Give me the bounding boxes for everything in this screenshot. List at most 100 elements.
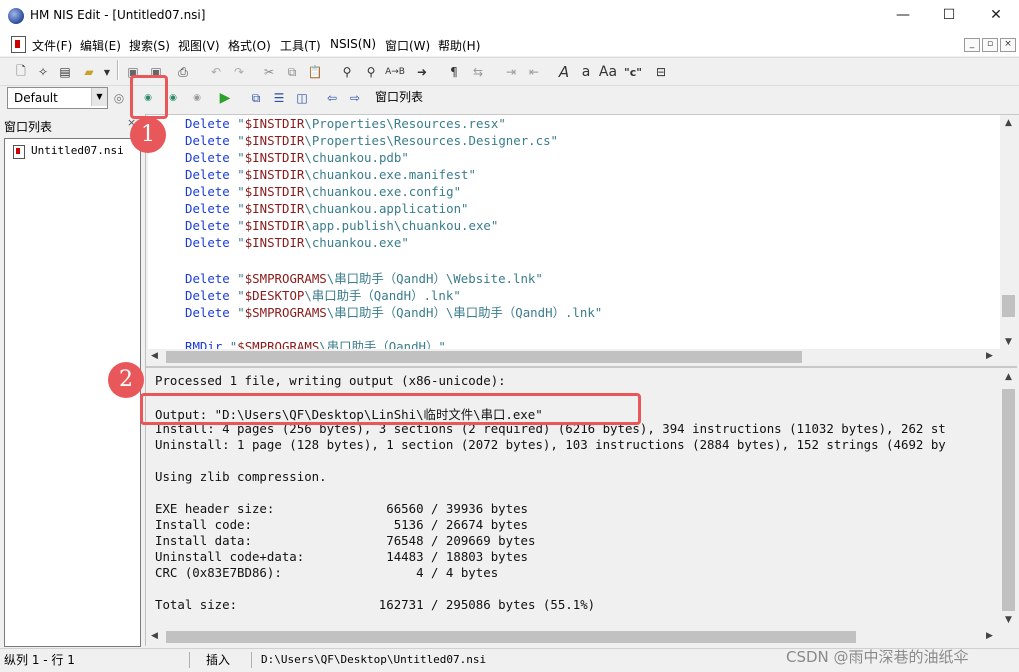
menu-search[interactable]: 搜索(S) bbox=[129, 37, 170, 54]
next-window-icon[interactable]: ⇨ bbox=[346, 89, 364, 107]
scroll-right-icon[interactable]: ▶ bbox=[986, 351, 993, 361]
maximize-button[interactable]: ☐ bbox=[926, 0, 972, 32]
code-line: Delete "$INSTDIR\Properties\Resources.De… bbox=[185, 133, 559, 148]
output-line: Using zlib compression. bbox=[155, 469, 327, 484]
output-horizontal-scrollbar[interactable]: ◀ ▶ bbox=[148, 629, 1000, 645]
menu-file[interactable]: 文件(F) bbox=[32, 37, 72, 54]
scroll-up-icon[interactable]: ▲ bbox=[1000, 372, 1017, 382]
scroll-right-icon[interactable]: ▶ bbox=[986, 631, 993, 641]
code-line: Delete "$INSTDIR\chuankou.exe.manifest" bbox=[185, 167, 476, 182]
insert-mode: 插入 bbox=[206, 652, 252, 668]
panel-title: 窗口列表 bbox=[4, 120, 53, 134]
outdent-icon[interactable]: ⇤ bbox=[525, 63, 543, 81]
editor-vertical-scrollbar[interactable]: ▲ ▼ bbox=[1000, 115, 1017, 349]
quote-icon[interactable]: "c" bbox=[624, 63, 642, 81]
code-line: RMDir "$SMPROGRAMS\串口助手（QandH）" bbox=[185, 339, 446, 349]
preset-dropdown[interactable]: Default ▼ bbox=[7, 87, 108, 109]
menu-tools[interactable]: 工具(T) bbox=[280, 37, 321, 54]
redo-icon[interactable]: ↷ bbox=[230, 63, 248, 81]
scroll-up-icon[interactable]: ▲ bbox=[1000, 118, 1017, 128]
output-line: Install code: 5136 / 26674 bytes bbox=[155, 517, 528, 532]
file-list-item[interactable]: Untitled07.nsi bbox=[31, 144, 124, 157]
goto-line-icon[interactable]: ➜ bbox=[413, 63, 431, 81]
undo-icon[interactable]: ↶ bbox=[207, 63, 225, 81]
wizard-icon[interactable]: ✧ bbox=[34, 63, 52, 81]
output-vertical-scrollbar[interactable]: ▲ ▼ bbox=[1000, 369, 1017, 629]
code-editor[interactable]: Delete "$INSTDIR\Properties\Resources.re… bbox=[148, 115, 1000, 349]
scroll-down-icon[interactable]: ▼ bbox=[1000, 615, 1017, 625]
splitter[interactable] bbox=[146, 366, 1017, 368]
copy-icon[interactable]: ⧉ bbox=[283, 63, 301, 81]
scrollbar-thumb[interactable] bbox=[1002, 389, 1015, 611]
preset-value: Default bbox=[14, 91, 58, 105]
print-icon[interactable]: ⎙ bbox=[174, 63, 192, 81]
cursor-position: 纵列 1 - 行 1 bbox=[4, 652, 190, 668]
output-line: Uninstall: 1 page (128 bytes), 1 section… bbox=[155, 437, 946, 452]
window-list-button[interactable]: 窗口列表 bbox=[372, 88, 426, 106]
code-line: Delete "$INSTDIR\chuankou.pdb" bbox=[185, 150, 409, 165]
output-line: Uninstall code+data: 14483 / 18803 bytes bbox=[155, 549, 528, 564]
scrollbar-thumb[interactable] bbox=[166, 631, 856, 643]
find-icon[interactable]: ⚲ bbox=[338, 63, 356, 81]
open-folder-icon[interactable]: ▰ bbox=[80, 63, 98, 81]
scrollbar-thumb[interactable] bbox=[166, 351, 802, 363]
menu-nsis[interactable]: NSIS(N) bbox=[330, 37, 376, 51]
chevron-down-icon[interactable]: ▼ bbox=[91, 88, 107, 106]
menu-window[interactable]: 窗口(W) bbox=[385, 37, 430, 54]
editor-horizontal-scrollbar[interactable]: ◀ ▶ bbox=[148, 349, 1000, 365]
stop-compile-icon[interactable]: ◉ bbox=[188, 89, 206, 107]
output-line: Processed 1 file, writing output (x86-un… bbox=[155, 373, 506, 388]
tile-vertical-icon[interactable]: ◫ bbox=[293, 89, 311, 107]
code-line: Delete "$SMPROGRAMS\串口助手（QandH）\串口助手（Qan… bbox=[185, 305, 603, 320]
settings-icon[interactable]: ◎ bbox=[110, 89, 128, 107]
tile-horizontal-icon[interactable]: ☰ bbox=[270, 89, 288, 107]
scroll-left-icon[interactable]: ◀ bbox=[151, 351, 158, 361]
scrollbar-thumb[interactable] bbox=[1002, 295, 1015, 317]
template-icon[interactable]: ▤ bbox=[56, 63, 74, 81]
lowercase-icon[interactable]: a bbox=[577, 63, 595, 81]
document-icon[interactable] bbox=[11, 36, 26, 53]
previous-window-icon[interactable]: ⇦ bbox=[323, 89, 341, 107]
scroll-down-icon[interactable]: ▼ bbox=[1000, 337, 1017, 347]
new-file-icon[interactable]: 🗋 bbox=[12, 63, 30, 81]
menu-format[interactable]: 格式(O) bbox=[228, 37, 271, 54]
file-path: D:\Users\QF\Desktop\Untitled07.nsi bbox=[261, 653, 487, 666]
cascade-windows-icon[interactable]: ⧉ bbox=[247, 89, 265, 107]
paragraph-icon[interactable]: ¶ bbox=[445, 63, 463, 81]
window-title: HM NIS Edit - [Untitled07.nsi] bbox=[30, 8, 206, 22]
close-button[interactable]: ✕ bbox=[973, 0, 1019, 32]
paste-icon[interactable]: 📋 bbox=[306, 63, 324, 81]
word-wrap-icon[interactable]: ⇆ bbox=[469, 63, 487, 81]
cut-icon[interactable]: ✂ bbox=[260, 63, 278, 81]
open-dropdown-icon[interactable]: ▼ bbox=[98, 63, 116, 81]
code-line: Delete "$INSTDIR\chuankou.application" bbox=[185, 201, 469, 216]
menu-view[interactable]: 视图(V) bbox=[178, 37, 220, 54]
annotation-badge-2: 2 bbox=[108, 362, 144, 398]
code-line: Delete "$INSTDIR\chuankou.exe" bbox=[185, 235, 409, 250]
output-line: EXE header size: 66560 / 39936 bytes bbox=[155, 501, 528, 516]
find-next-icon[interactable]: ⚲ bbox=[362, 63, 380, 81]
uppercase-icon[interactable]: A bbox=[555, 63, 573, 81]
code-line: Delete "$INSTDIR\chuankou.exe.config" bbox=[185, 184, 462, 199]
replace-icon[interactable]: A→B bbox=[385, 63, 405, 81]
menu-edit[interactable]: 编辑(E) bbox=[80, 37, 121, 54]
scroll-left-icon[interactable]: ◀ bbox=[151, 631, 158, 641]
watermark: CSDN @雨中深巷的油纸伞 bbox=[786, 648, 969, 666]
output-line: CRC (0x83E7BD86): 4 / 4 bytes bbox=[155, 565, 499, 580]
mdi-close-button[interactable]: × bbox=[1000, 38, 1016, 52]
menu-help[interactable]: 帮助(H) bbox=[438, 37, 480, 54]
indent-icon[interactable]: ⇥ bbox=[502, 63, 520, 81]
toggle-case-icon[interactable]: Aa bbox=[599, 63, 617, 81]
minimize-button[interactable]: — bbox=[880, 0, 926, 32]
app-icon bbox=[8, 8, 24, 24]
mdi-restore-button[interactable]: ▫ bbox=[982, 38, 998, 52]
menu-bar: 文件(F) 编辑(E) 搜索(S) 视图(V) 格式(O) 工具(T) NSIS… bbox=[0, 32, 1019, 56]
title-bar: HM NIS Edit - [Untitled07.nsi] — ☐ ✕ bbox=[0, 0, 1019, 32]
insert-color-icon[interactable]: ⊟ bbox=[652, 63, 670, 81]
annotation-badge-1: 1 bbox=[130, 117, 166, 153]
code-line: Delete "$DESKTOP\串口助手（QandH）.lnk" bbox=[185, 288, 461, 303]
run-installer-icon[interactable]: ▶ bbox=[216, 89, 234, 107]
mdi-minimize-button[interactable]: _ bbox=[964, 38, 980, 52]
nsi-file-icon bbox=[13, 145, 25, 159]
code-line: Delete "$INSTDIR\app.publish\chuankou.ex… bbox=[185, 218, 499, 233]
